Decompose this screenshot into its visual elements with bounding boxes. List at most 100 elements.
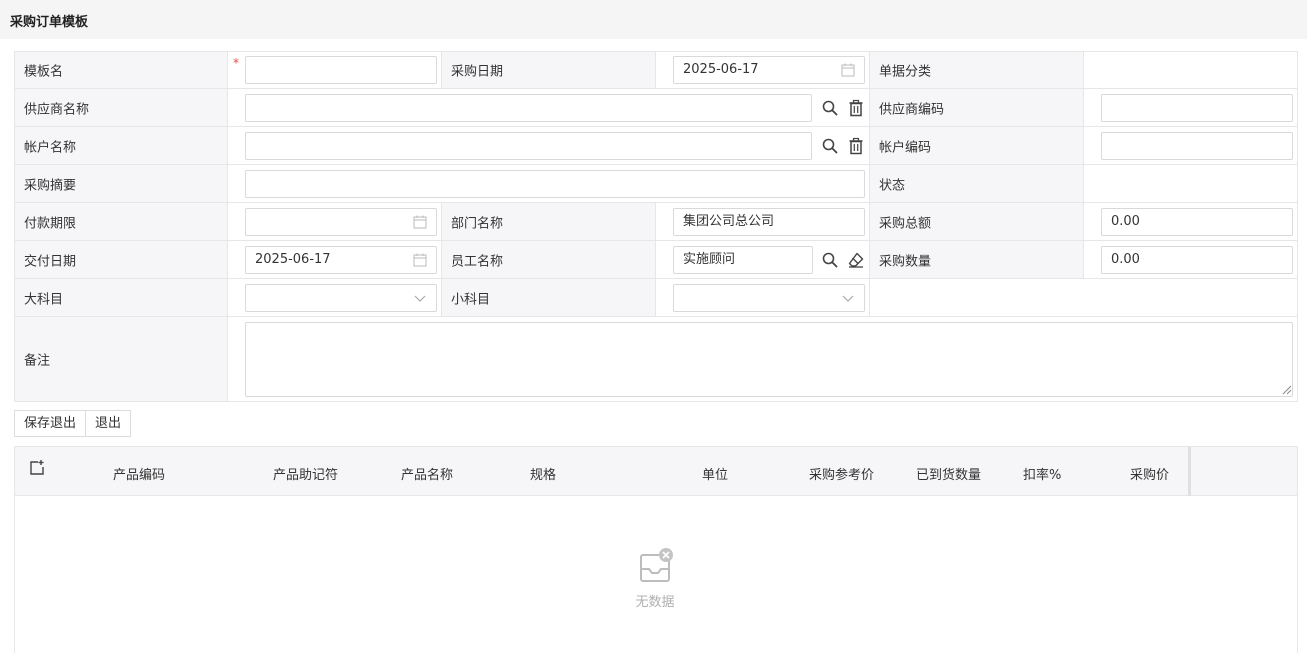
label-cell: 采购总额	[870, 203, 1084, 240]
value-cell: 集团公司总公司	[656, 203, 870, 240]
remarks-label: 备注	[24, 353, 51, 369]
form-row: 帐户名称 帐户编码	[15, 127, 1297, 165]
save-exit-button[interactable]: 保存退出	[15, 411, 85, 436]
search-icon[interactable]	[821, 251, 839, 269]
employee-name-input[interactable]: 实施顾问	[673, 246, 813, 274]
supplier-code-label: 供应商编码	[879, 102, 945, 117]
value-cell: 实施顾问	[656, 241, 870, 278]
column-header[interactable]: 产品编码	[113, 464, 165, 483]
label-cell: 付款期限	[15, 203, 228, 240]
value-cell	[228, 165, 870, 202]
account-code-input[interactable]	[1101, 132, 1293, 160]
purchase-date-input[interactable]: 2025-06-17	[673, 56, 865, 84]
label-cell: 帐户编码	[870, 127, 1084, 164]
value-cell	[656, 279, 870, 316]
minor-subject-select[interactable]	[673, 284, 865, 312]
exit-button[interactable]: 退出	[85, 411, 130, 436]
empty-state: 无数据	[625, 547, 685, 610]
account-name-input[interactable]	[245, 132, 812, 160]
total-amount-input[interactable]: 0.00	[1101, 208, 1293, 236]
page-title: 采购订单模板	[10, 15, 89, 30]
total-amount-label: 采购总额	[879, 216, 932, 231]
required-mark: *	[233, 56, 239, 70]
delivery-date-input[interactable]: 2025-06-17	[245, 246, 437, 274]
trash-icon[interactable]	[847, 99, 865, 117]
doc-category-value	[1084, 52, 1297, 88]
value-cell: 2025-06-17	[228, 241, 442, 278]
label-cell: 采购数量	[870, 241, 1084, 278]
label-cell: 单据分类	[870, 52, 1084, 88]
calendar-icon[interactable]	[839, 61, 857, 79]
column-header[interactable]: 规格	[530, 464, 556, 483]
search-icon[interactable]	[821, 137, 839, 155]
form-row: 备注	[15, 317, 1297, 401]
product-table: 产品编码 产品助记符 产品名称 规格 单位 采购参考价 已到货数量 扣率% 采购…	[14, 446, 1298, 653]
column-header[interactable]: 产品名称	[401, 464, 453, 483]
trash-icon[interactable]	[847, 137, 865, 155]
account-name-label: 帐户名称	[24, 140, 77, 155]
chevron-down-icon[interactable]	[839, 289, 857, 307]
label-cell: 供应商名称	[15, 89, 228, 126]
value-cell	[228, 279, 442, 316]
label-cell: 备注	[15, 317, 228, 401]
major-subject-select[interactable]	[245, 284, 437, 312]
empty-text: 无数据	[635, 595, 675, 610]
label-cell: 采购日期	[442, 52, 656, 88]
delivery-date-label: 交付日期	[24, 254, 77, 269]
column-divider	[1188, 447, 1191, 496]
supplier-code-input[interactable]	[1101, 94, 1293, 122]
form-row: 供应商名称 供应商编码	[15, 89, 1297, 127]
column-header[interactable]: 已到货数量	[916, 464, 981, 483]
form-row: 大科目 小科目	[15, 279, 1297, 317]
status-value	[1084, 165, 1297, 202]
supplier-name-input[interactable]	[245, 94, 812, 122]
value-cell	[228, 203, 442, 240]
status-label: 状态	[879, 178, 906, 193]
column-header[interactable]: 采购价	[1130, 464, 1169, 483]
purchase-qty-input[interactable]: 0.00	[1101, 246, 1293, 274]
form-row: 交付日期 2025-06-17 员工名称 实施顾问 采购数量 0.00	[15, 241, 1297, 279]
payment-term-input[interactable]	[245, 208, 437, 236]
template-name-input[interactable]	[245, 56, 437, 84]
purchase-summary-label: 采购摘要	[24, 178, 77, 193]
value-cell	[228, 127, 870, 164]
value-cell: 2025-06-17	[656, 52, 870, 88]
value-cell	[228, 89, 870, 126]
form-row: 付款期限 部门名称 集团公司总公司 采购总额 0.00	[15, 203, 1297, 241]
purchase-date-label: 采购日期	[451, 64, 504, 80]
remarks-textarea[interactable]	[245, 322, 1293, 397]
label-cell: 员工名称	[442, 241, 656, 278]
order-form: 模板名 * 采购日期 2025-06-17 单据分类 供应商名称 供应商编码 帐…	[14, 51, 1298, 402]
account-code-label: 帐户编码	[879, 140, 932, 155]
label-cell: 帐户名称	[15, 127, 228, 164]
empty-box-icon	[633, 547, 677, 587]
value-cell: 0.00	[1084, 203, 1297, 240]
form-row: 采购摘要 状态	[15, 165, 1297, 203]
employee-name-label: 员工名称	[451, 254, 504, 269]
department-name-label: 部门名称	[451, 216, 504, 231]
label-cell: 大科目	[15, 279, 228, 316]
empty-cell	[870, 279, 1297, 316]
search-icon[interactable]	[821, 99, 839, 117]
label-cell: 供应商编码	[870, 89, 1084, 126]
purchase-summary-input[interactable]	[245, 170, 865, 198]
label-cell: 部门名称	[442, 203, 656, 240]
eraser-icon[interactable]	[847, 251, 865, 269]
calendar-icon[interactable]	[411, 251, 429, 269]
column-header[interactable]: 产品助记符	[273, 464, 338, 483]
resize-handle-icon[interactable]	[1280, 383, 1292, 395]
major-subject-label: 大科目	[24, 292, 64, 307]
value-cell: 0.00	[1084, 241, 1297, 278]
department-name-input[interactable]: 集团公司总公司	[673, 208, 865, 236]
column-header[interactable]: 扣率%	[1023, 464, 1061, 483]
add-row-icon[interactable]	[28, 459, 46, 477]
calendar-icon[interactable]	[411, 213, 429, 231]
chevron-down-icon[interactable]	[411, 289, 429, 307]
form-row: 模板名 * 采购日期 2025-06-17 单据分类	[15, 52, 1297, 89]
label-cell: 模板名	[15, 52, 228, 88]
page-header: 采购订单模板	[0, 0, 1307, 39]
column-header[interactable]: 单位	[702, 464, 728, 483]
minor-subject-label: 小科目	[451, 292, 491, 307]
purchase-qty-label: 采购数量	[879, 254, 932, 269]
column-header[interactable]: 采购参考价	[809, 464, 874, 483]
